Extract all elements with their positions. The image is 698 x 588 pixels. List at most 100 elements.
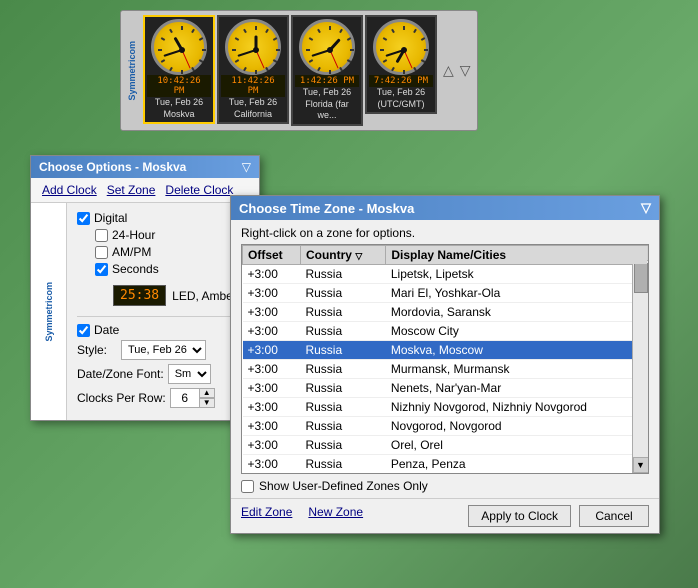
tz-close-icon[interactable]: ▽ <box>641 200 651 216</box>
clock-strip: Symmetricom 10:42:26 PM Tue, Feb 26Moskv… <box>120 10 478 131</box>
clock-info-3: Tue, Feb 26(UTC/GMT) <box>377 87 425 110</box>
tz-titlebar: Choose Time Zone - Moskva ▽ <box>231 196 659 220</box>
font-dropdown[interactable]: Sm <box>168 364 211 384</box>
rows-label: Clocks Per Row: <box>77 391 166 405</box>
user-zones-row: Show User-Defined Zones Only <box>231 474 659 498</box>
cell-country: Russia <box>300 284 385 303</box>
rows-spinbox[interactable]: ▲ ▼ <box>170 388 215 408</box>
cell-display: Nenets, Nar'yan-Mar <box>386 379 648 398</box>
table-row[interactable]: +3:00 Russia Penza, Penza <box>243 455 648 474</box>
ampm-label: AM/PM <box>112 245 151 259</box>
cell-offset: +3:00 <box>243 303 301 322</box>
clock-svg-1 <box>228 22 284 78</box>
digital-row: Digital <box>77 211 249 225</box>
clock-item-1[interactable]: 11:42:26 PM Tue, Feb 26California <box>217 15 289 124</box>
date-row: Date <box>77 323 249 337</box>
table-row[interactable]: +3:00 Russia Murmansk, Murmansk <box>243 360 648 379</box>
cell-offset: +3:00 <box>243 398 301 417</box>
seconds-label: Seconds <box>112 262 159 276</box>
digital-checkbox[interactable] <box>77 212 90 225</box>
clock-item-2[interactable]: 1:42:26 PM Tue, Feb 26Florida (far we... <box>291 15 363 126</box>
clock-face-0 <box>151 19 207 75</box>
clock-svg-3 <box>376 22 432 78</box>
led-display: 25:38 <box>113 285 166 306</box>
tz-table-body: +3:00 Russia Lipetsk, Lipetsk +3:00 Russ… <box>243 265 648 474</box>
strip-scroll-down[interactable]: ▽ <box>460 62 471 79</box>
country-sort-arrow: ▽ <box>355 251 362 261</box>
add-clock-menu[interactable]: Add Clock <box>39 182 100 198</box>
cell-offset: +3:00 <box>243 436 301 455</box>
cell-display: Mari El, Yoshkar-Ola <box>386 284 648 303</box>
ampm-row: AM/PM <box>95 245 249 259</box>
options-menu: Add Clock Set Zone Delete Clock <box>31 178 259 203</box>
user-zones-label: Show User-Defined Zones Only <box>259 479 428 493</box>
cell-offset: +3:00 <box>243 284 301 303</box>
clock-item-3[interactable]: 7:42:26 PM Tue, Feb 26(UTC/GMT) <box>365 15 437 114</box>
delete-clock-menu[interactable]: Delete Clock <box>162 182 236 198</box>
cell-offset: +3:00 <box>243 360 301 379</box>
table-row[interactable]: +3:00 Russia Nizhniy Novgorod, Nizhniy N… <box>243 398 648 417</box>
hour24-label: 24-Hour <box>112 228 155 242</box>
date-checkbox[interactable] <box>77 324 90 337</box>
table-row[interactable]: +3:00 Russia Moskva, Moscow <box>243 341 648 360</box>
cell-display: Nizhniy Novgorod, Nizhniy Novgorod <box>386 398 648 417</box>
cell-country: Russia <box>300 360 385 379</box>
cell-offset: +3:00 <box>243 265 301 284</box>
tz-table: Offset Country ▽ Display Name/Cities +3:… <box>242 245 648 474</box>
clock-face-2 <box>299 19 355 75</box>
tz-title: Choose Time Zone - Moskva <box>239 201 414 216</box>
options-title: Choose Options - Moskva <box>39 160 186 174</box>
set-zone-menu[interactable]: Set Zone <box>104 182 159 198</box>
strip-scroll-up[interactable]: △ <box>443 62 454 79</box>
tz-scroll-down-button[interactable]: ▼ <box>633 457 649 473</box>
cancel-button[interactable]: Cancel <box>579 505 649 527</box>
font-row: Date/Zone Font: Sm <box>77 364 249 384</box>
clock-info-1: Tue, Feb 26California <box>229 97 277 120</box>
col-country[interactable]: Country ▽ <box>300 246 385 265</box>
tz-scroll-thumb[interactable] <box>634 263 648 293</box>
cell-offset: +3:00 <box>243 455 301 474</box>
rows-input[interactable] <box>171 391 199 405</box>
tz-footer: Edit Zone New Zone Apply to Clock Cancel <box>231 498 659 533</box>
clock-face-3 <box>373 19 429 75</box>
cell-display: Penza, Penza <box>386 455 648 474</box>
style-dropdown[interactable]: Tue, Feb 26 <box>121 340 206 360</box>
tz-footer-buttons: Apply to Clock Cancel <box>468 505 649 527</box>
cell-country: Russia <box>300 417 385 436</box>
new-zone-link[interactable]: New Zone <box>308 505 363 527</box>
hour24-checkbox[interactable] <box>95 229 108 242</box>
tz-subtitle: Right-click on a zone for options. <box>231 220 659 244</box>
options-close-button[interactable]: ▽ <box>242 160 251 174</box>
table-row[interactable]: +3:00 Russia Orel, Orel <box>243 436 648 455</box>
col-offset[interactable]: Offset <box>243 246 301 265</box>
rows-increment[interactable]: ▲ <box>199 388 215 398</box>
table-row[interactable]: +3:00 Russia Nenets, Nar'yan-Mar <box>243 379 648 398</box>
table-row[interactable]: +3:00 Russia Mordovia, Saransk <box>243 303 648 322</box>
cell-country: Russia <box>300 322 385 341</box>
table-row[interactable]: +3:00 Russia Mari El, Yoshkar-Ola <box>243 284 648 303</box>
apply-to-clock-button[interactable]: Apply to Clock <box>468 505 571 527</box>
seconds-checkbox[interactable] <box>95 263 108 276</box>
options-titlebar: Choose Options - Moskva ▽ <box>31 156 259 178</box>
cell-display: Moskva, Moscow <box>386 341 648 360</box>
clock-svg-2 <box>302 22 358 78</box>
cell-country: Russia <box>300 341 385 360</box>
tz-table-wrap: Offset Country ▽ Display Name/Cities +3:… <box>241 244 649 474</box>
separator1 <box>77 316 249 317</box>
table-row[interactable]: +3:00 Russia Moscow City <box>243 322 648 341</box>
cell-country: Russia <box>300 455 385 474</box>
digital-label: Digital <box>94 211 127 225</box>
table-row[interactable]: +3:00 Russia Novgorod, Novgorod <box>243 417 648 436</box>
cell-display: Moscow City <box>386 322 648 341</box>
date-label: Date <box>94 323 119 337</box>
ampm-checkbox[interactable] <box>95 246 108 259</box>
clock-item-0[interactable]: 10:42:26 PM Tue, Feb 26Moskva <box>143 15 215 124</box>
user-zones-checkbox[interactable] <box>241 480 254 493</box>
col-display[interactable]: Display Name/Cities <box>386 246 648 265</box>
edit-zone-link[interactable]: Edit Zone <box>241 505 292 527</box>
table-row[interactable]: +3:00 Russia Lipetsk, Lipetsk <box>243 265 648 284</box>
style-row: Style: Tue, Feb 26 <box>77 340 249 360</box>
cell-country: Russia <box>300 303 385 322</box>
clock-digital-0: 10:42:26 PM <box>147 75 211 97</box>
rows-decrement[interactable]: ▼ <box>199 398 215 408</box>
